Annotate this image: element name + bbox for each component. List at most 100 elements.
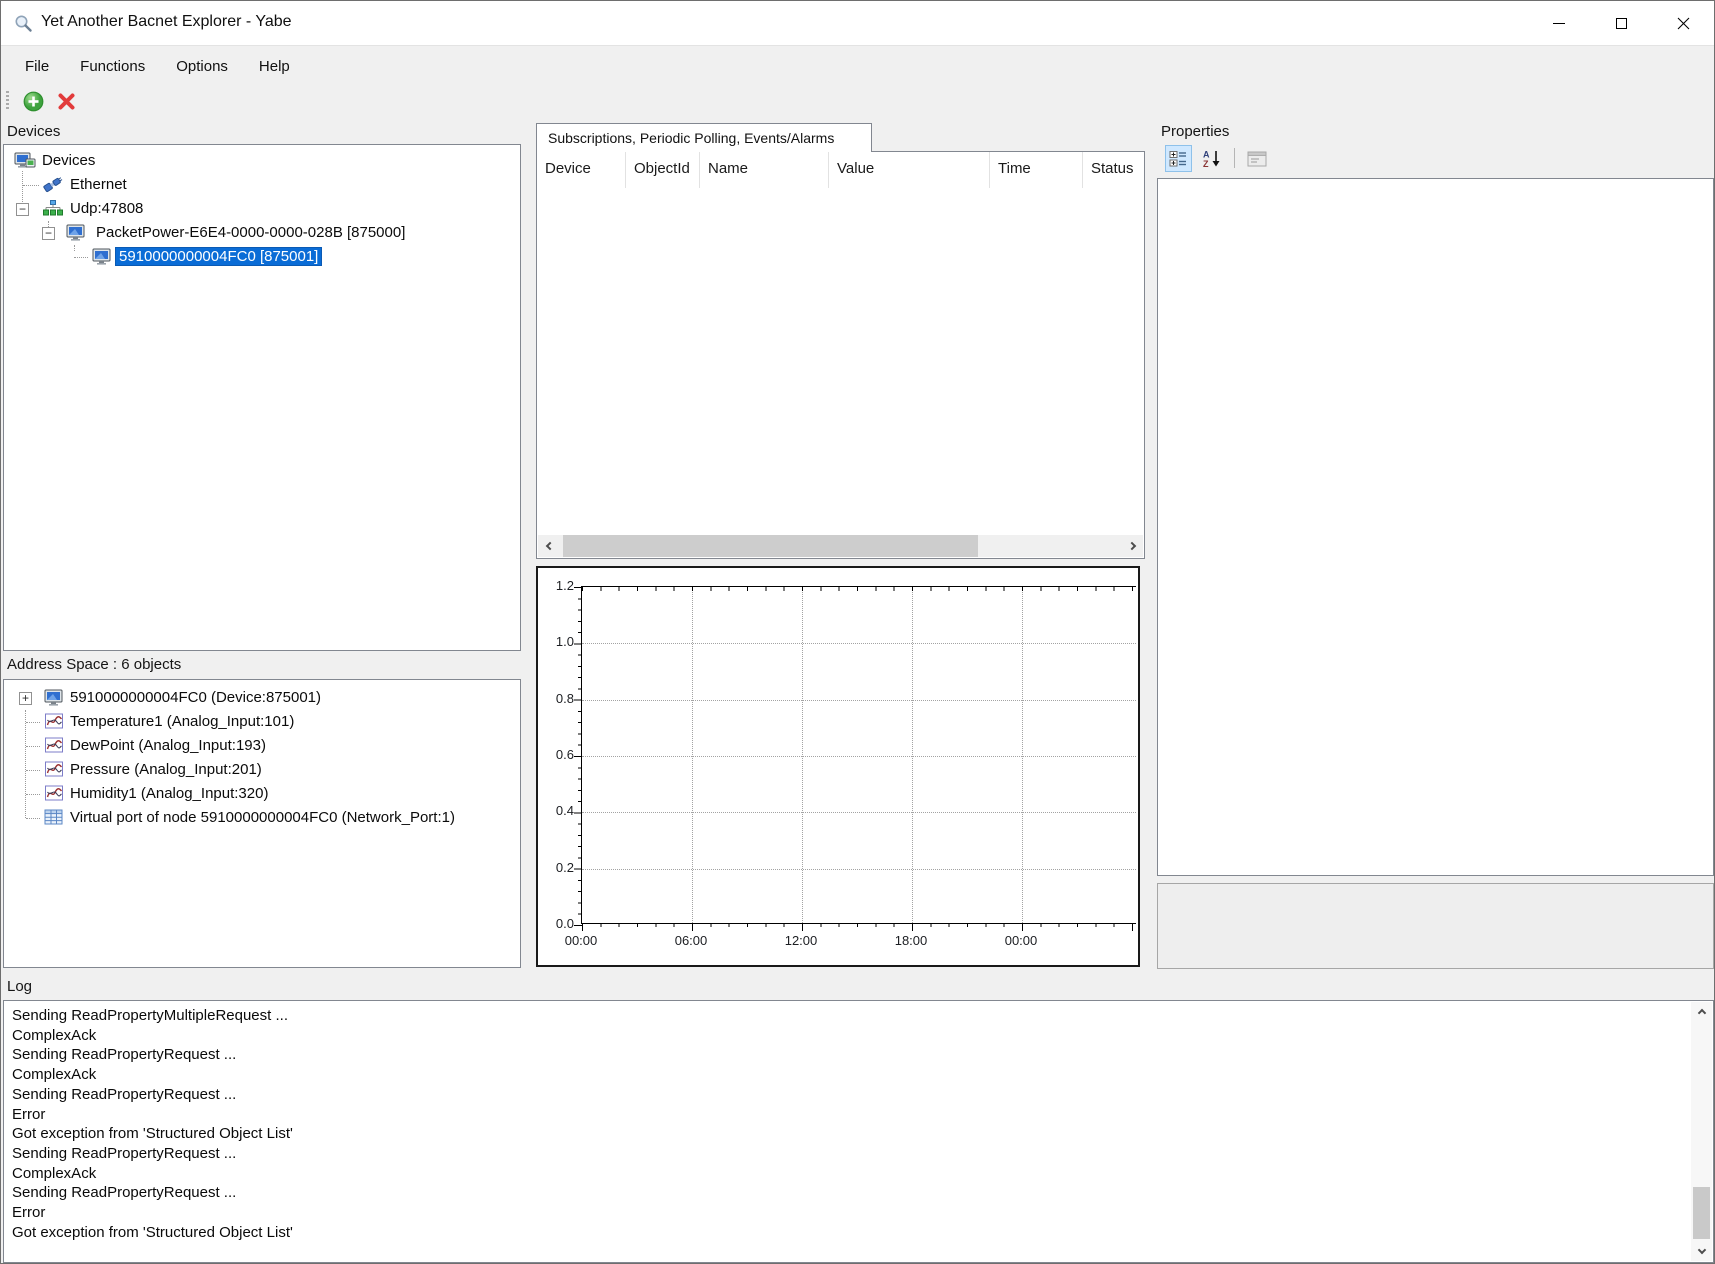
address-space-panel[interactable]: 5910000000004FC0 (Device:875001) Tempera… bbox=[3, 679, 521, 968]
tree-item-devices-root[interactable]: Devices bbox=[4, 149, 520, 173]
y-tick-label: 1.0 bbox=[540, 634, 574, 649]
column-header-name[interactable]: Name bbox=[700, 152, 829, 188]
property-pages-icon bbox=[1247, 151, 1267, 167]
column-header-objectid[interactable]: ObjectId bbox=[626, 152, 700, 188]
as-item-humidity[interactable]: Humidity1 (Analog_Input:320) bbox=[4, 782, 520, 806]
tree-label[interactable]: DewPoint (Analog_Input:193) bbox=[70, 737, 266, 754]
log-line: ComplexAck bbox=[12, 1164, 1683, 1184]
log-line: Sending ReadPropertyRequest ... bbox=[12, 1144, 1683, 1164]
close-button[interactable] bbox=[1652, 1, 1714, 45]
add-device-button[interactable] bbox=[20, 88, 46, 114]
gridline bbox=[692, 587, 693, 923]
menu-options[interactable]: Options bbox=[161, 52, 243, 81]
horizontal-scrollbar[interactable] bbox=[538, 535, 1143, 557]
gridline bbox=[582, 700, 1136, 701]
y-tick-label: 0.0 bbox=[540, 916, 574, 931]
table-header-row: Device ObjectId Name Value Time Status bbox=[537, 152, 1144, 188]
log-line: Sending ReadPropertyRequest ... bbox=[12, 1183, 1683, 1203]
collapse-expander-icon[interactable] bbox=[16, 203, 29, 216]
chevron-up-icon bbox=[1697, 1009, 1705, 1017]
tree-label[interactable]: Devices bbox=[42, 152, 95, 169]
as-item-temperature[interactable]: Temperature1 (Analog_Input:101) bbox=[4, 710, 520, 734]
column-header-status[interactable]: Status bbox=[1083, 152, 1144, 188]
as-item-dewpoint[interactable]: DewPoint (Analog_Input:193) bbox=[4, 734, 520, 758]
x-tick-label: 00:00 bbox=[998, 933, 1044, 948]
minimize-button[interactable] bbox=[1528, 1, 1590, 45]
scrollbar-thumb[interactable] bbox=[563, 535, 978, 557]
tree-label[interactable]: Udp:47808 bbox=[70, 200, 143, 217]
device-monitor-icon bbox=[44, 689, 65, 711]
devices-root-icon bbox=[14, 152, 36, 174]
analog-input-icon bbox=[44, 713, 65, 734]
x-tick-label: 18:00 bbox=[888, 933, 934, 948]
y-tick-label: 0.2 bbox=[540, 860, 574, 875]
tree-label[interactable]: Temperature1 (Analog_Input:101) bbox=[70, 713, 294, 730]
y-tick-label: 0.8 bbox=[540, 691, 574, 706]
menu-file[interactable]: File bbox=[10, 52, 64, 81]
scroll-down-button[interactable] bbox=[1691, 1242, 1712, 1261]
tree-item-udp[interactable]: Udp:47808 bbox=[4, 197, 520, 221]
scroll-up-button[interactable] bbox=[1691, 1002, 1712, 1021]
gridline bbox=[912, 587, 913, 923]
as-item-pressure[interactable]: Pressure (Analog_Input:201) bbox=[4, 758, 520, 782]
gridline bbox=[582, 812, 1136, 813]
maximize-icon bbox=[1616, 18, 1627, 29]
collapse-expander-icon[interactable] bbox=[42, 227, 55, 240]
y-axis-minor-ticks bbox=[578, 587, 582, 925]
network-port-table-icon bbox=[44, 809, 64, 830]
tree-label[interactable]: 5910000000004FC0 (Device:875001) bbox=[70, 689, 321, 706]
menu-help[interactable]: Help bbox=[244, 52, 305, 81]
analog-input-icon bbox=[44, 761, 65, 782]
window-title: Yet Another Bacnet Explorer - Yabe bbox=[41, 13, 292, 31]
column-header-device[interactable]: Device bbox=[537, 152, 626, 188]
property-pages-button[interactable] bbox=[1243, 145, 1270, 172]
vertical-scrollbar[interactable] bbox=[1691, 1002, 1712, 1261]
x-tick-label: 00:00 bbox=[558, 933, 604, 948]
svg-text:Z: Z bbox=[1203, 159, 1209, 168]
alphabetical-sort-button[interactable]: A Z bbox=[1198, 145, 1225, 172]
tree-label[interactable]: Ethernet bbox=[70, 176, 127, 193]
as-item-device[interactable]: 5910000000004FC0 (Device:875001) bbox=[4, 686, 520, 710]
property-description-box bbox=[1157, 883, 1714, 969]
tree-item-packetpower[interactable]: PacketPower-E6E4-0000-0000-028B [875000] bbox=[4, 221, 520, 245]
as-item-virtual-port[interactable]: Virtual port of node 5910000000004FC0 (N… bbox=[4, 806, 520, 830]
tree-label[interactable]: Humidity1 (Analog_Input:320) bbox=[70, 785, 268, 802]
expand-expander-icon[interactable] bbox=[19, 692, 32, 705]
property-grid[interactable] bbox=[1157, 178, 1714, 876]
scrollbar-thumb[interactable] bbox=[1693, 1187, 1710, 1239]
tree-item-5910-device[interactable]: 5910000000004FC0 [875001] bbox=[4, 245, 520, 269]
minimize-icon bbox=[1553, 23, 1565, 24]
delete-x-icon bbox=[57, 92, 76, 111]
log-panel[interactable]: Sending ReadPropertyMultipleRequest ... … bbox=[3, 1000, 1714, 1263]
scroll-left-button[interactable] bbox=[538, 535, 559, 557]
column-header-time[interactable]: Time bbox=[990, 152, 1083, 188]
delete-device-button[interactable] bbox=[53, 88, 79, 114]
x-tick-label: 06:00 bbox=[668, 933, 714, 948]
svg-text:A: A bbox=[1203, 150, 1210, 160]
log-line: Got exception from 'Structured Object Li… bbox=[12, 1223, 1683, 1243]
table-empty-body[interactable] bbox=[537, 188, 1144, 534]
maximize-button[interactable] bbox=[1590, 1, 1652, 45]
tree-label[interactable]: Pressure (Analog_Input:201) bbox=[70, 761, 262, 778]
log-text-area: Sending ReadPropertyMultipleRequest ... … bbox=[12, 1006, 1683, 1242]
az-sort-icon: A Z bbox=[1202, 149, 1222, 168]
y-tick-label: 1.2 bbox=[540, 578, 574, 593]
tree-label[interactable]: Virtual port of node 5910000000004FC0 (N… bbox=[70, 809, 455, 826]
tree-label-selected[interactable]: 5910000000004FC0 [875001] bbox=[116, 248, 321, 265]
tree-item-ethernet[interactable]: Ethernet bbox=[4, 173, 520, 197]
gridline bbox=[582, 643, 1136, 644]
subscriptions-table-panel: Device ObjectId Name Value Time Status bbox=[536, 151, 1145, 559]
categorized-view-button[interactable] bbox=[1165, 145, 1192, 172]
tree-label[interactable]: PacketPower-E6E4-0000-0000-028B [875000] bbox=[96, 224, 405, 241]
menu-functions[interactable]: Functions bbox=[65, 52, 160, 81]
x-axis-minor-ticks bbox=[582, 923, 1136, 927]
devices-tree-panel[interactable]: Devices Ethernet bbox=[3, 144, 521, 651]
add-plus-icon bbox=[23, 91, 44, 112]
udp-network-icon bbox=[42, 200, 64, 221]
scroll-right-button[interactable] bbox=[1122, 535, 1143, 557]
log-line: Sending ReadPropertyRequest ... bbox=[12, 1085, 1683, 1105]
tab-subscriptions[interactable]: Subscriptions, Periodic Polling, Events/… bbox=[536, 123, 872, 152]
column-header-value[interactable]: Value bbox=[829, 152, 990, 188]
toolbar-grip-icon bbox=[6, 91, 9, 111]
device-monitor-icon bbox=[92, 248, 113, 270]
